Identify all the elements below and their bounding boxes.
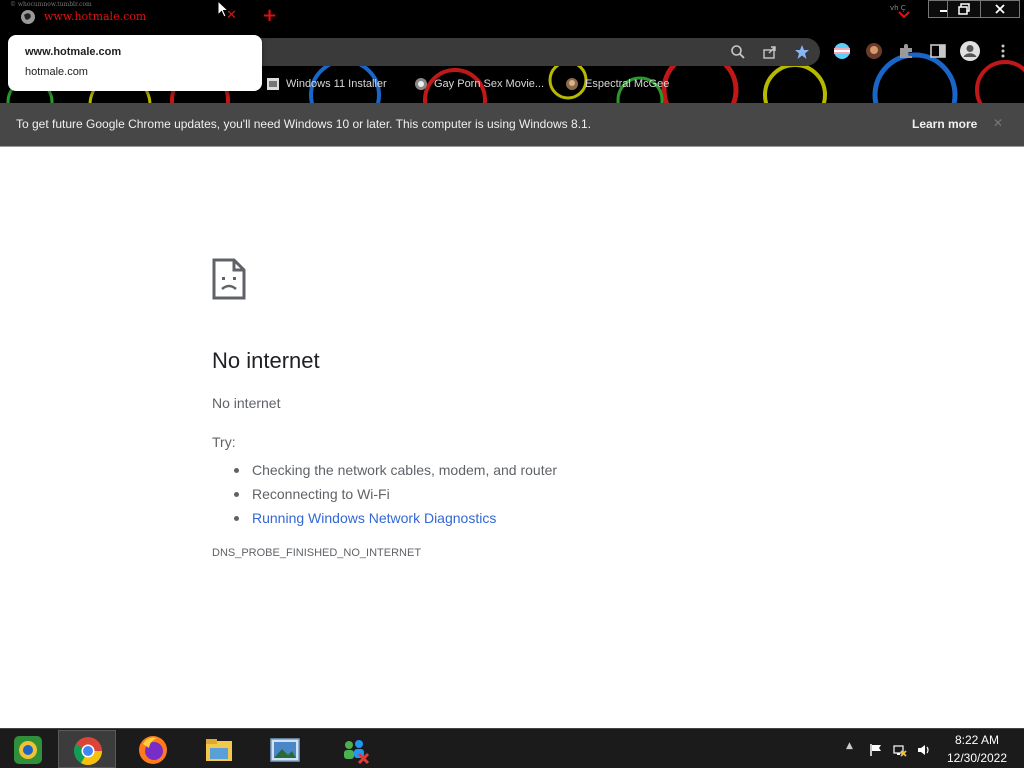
search-icon[interactable] <box>730 44 746 60</box>
tab-search-chevron-icon[interactable] <box>897 8 911 22</box>
bookmark-label: Espectral McGee <box>585 78 670 90</box>
action-center-flag-icon[interactable] <box>869 743 883 757</box>
list-item: Running Windows Network Diagnostics <box>234 506 557 530</box>
taskbar-firefox-button[interactable] <box>124 730 182 768</box>
profile-avatar-icon[interactable] <box>959 40 981 62</box>
menu-kebab-icon[interactable] <box>994 42 1012 60</box>
sad-page-icon <box>212 258 246 300</box>
taskbar-photos-button[interactable] <box>256 730 314 768</box>
suggestion-url: hotmale.com <box>25 66 88 78</box>
file-explorer-icon <box>206 739 232 761</box>
extension-flag-icon[interactable] <box>833 42 851 60</box>
browser-tab[interactable]: © whocumnow.tumblr.com www.hotmale.com ✕ <box>0 0 248 34</box>
side-panel-icon[interactable] <box>929 42 947 60</box>
learn-more-link[interactable]: Learn more <box>912 117 977 131</box>
update-infobar: To get future Google Chrome updates, you… <box>0 103 1024 147</box>
bullet <box>234 515 239 521</box>
suggestion-title: www.hotmale.com <box>25 46 122 58</box>
error-code: DNS_PROBE_FINISHED_NO_INTERNET <box>212 547 422 559</box>
chrome-icon <box>74 737 102 765</box>
globe-icon <box>21 10 35 24</box>
bookmark-item[interactable]: Espectral McGee <box>565 76 669 92</box>
bookmark-item[interactable]: Windows 11 Installer <box>266 76 387 92</box>
share-icon[interactable] <box>762 44 778 60</box>
browser-chrome: © whocumnow.tumblr.com www.hotmale.com ✕… <box>0 0 1024 103</box>
taskbar-chrome-button[interactable] <box>58 730 116 768</box>
network-status-icon[interactable] <box>893 743 907 757</box>
list-item: Reconnecting to Wi-Fi <box>234 482 557 506</box>
bullet <box>234 467 239 473</box>
error-subtitle: No internet <box>212 395 281 411</box>
tab-title: www.hotmale.com <box>44 10 147 23</box>
close-window-button[interactable] <box>980 0 1020 18</box>
suggestion-text: Checking the network cables, modem, and … <box>252 462 558 478</box>
tray-overflow-chevron[interactable]: ▲ <box>846 741 853 751</box>
tab-watermark: © whocumnow.tumblr.com <box>10 1 92 8</box>
network-diagnostics-link[interactable]: Running Windows Network Diagnostics <box>252 510 496 526</box>
page-icon <box>267 78 279 90</box>
close-icon <box>995 4 1005 14</box>
extensions-puzzle-icon[interactable] <box>897 42 915 60</box>
photos-icon <box>270 738 300 762</box>
restore-icon <box>958 3 970 15</box>
site-icon <box>415 78 427 90</box>
bookmark-label: Windows 11 Installer <box>286 78 387 90</box>
new-tab-button[interactable]: + <box>262 5 277 26</box>
suggestion-list: Checking the network cables, modem, and … <box>234 458 557 530</box>
start-icon <box>14 736 42 764</box>
error-title: No internet <box>212 348 320 373</box>
suggestion-text: Reconnecting to Wi-Fi <box>252 486 390 502</box>
taskbar-network-button[interactable] <box>326 730 384 768</box>
profile-extension-icon[interactable] <box>865 42 883 60</box>
clock-time[interactable]: 8:22 AM <box>930 733 1024 747</box>
bullet <box>234 491 239 497</box>
taskbar: ▲ 8:22 AM 12/30/2022 <box>0 728 1024 768</box>
list-item: Checking the network cables, modem, and … <box>234 458 557 482</box>
taskbar-explorer-button[interactable] <box>190 730 248 768</box>
bookmark-star-icon[interactable] <box>794 44 810 60</box>
restore-button[interactable] <box>947 0 981 18</box>
mouse-cursor-icon <box>217 0 229 18</box>
network-people-icon <box>344 740 370 765</box>
bookmark-label: Gay Porn Sex Movie... <box>434 78 545 90</box>
omnibox-suggestion[interactable]: www.hotmale.com hotmale.com <box>8 35 262 91</box>
clock-date[interactable]: 12/30/2022 <box>930 751 1024 765</box>
avatar-icon <box>566 78 578 90</box>
start-button[interactable] <box>0 730 58 768</box>
infobar-message: To get future Google Chrome updates, you… <box>16 117 592 131</box>
infobar-close-button[interactable]: ✕ <box>993 116 1003 130</box>
try-label: Try: <box>212 434 236 450</box>
firefox-icon <box>139 736 167 764</box>
volume-icon[interactable] <box>917 743 931 757</box>
bookmark-item[interactable]: Gay Porn Sex Movie... <box>414 76 544 92</box>
